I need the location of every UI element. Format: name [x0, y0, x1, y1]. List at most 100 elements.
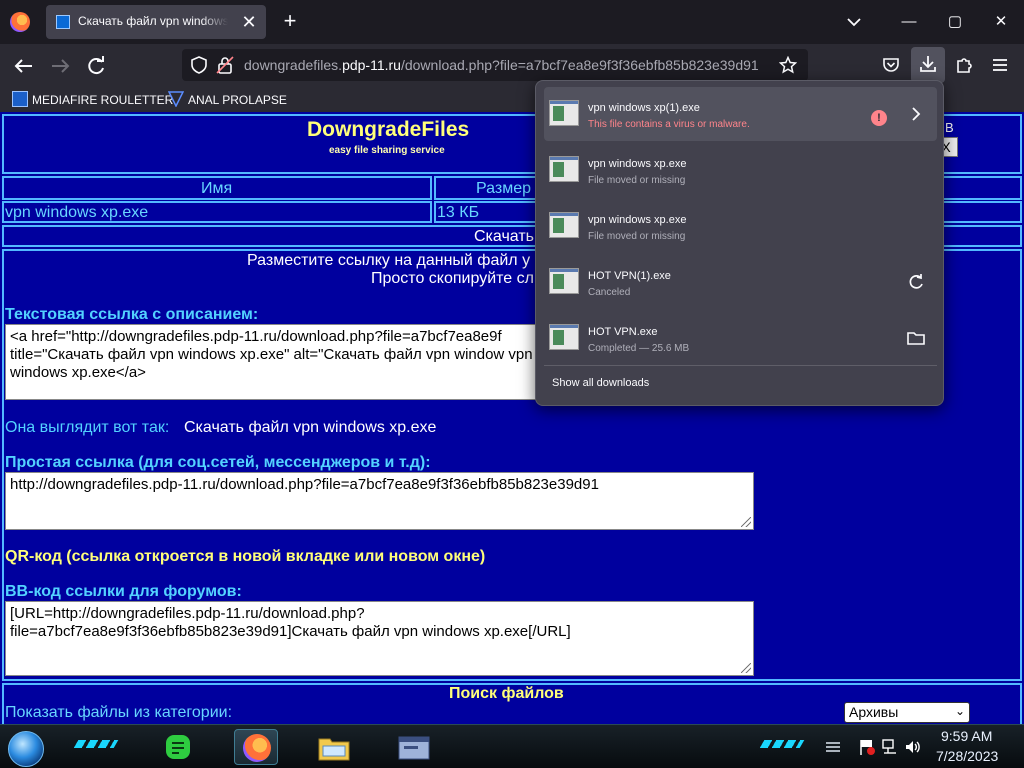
resize-grip-icon[interactable]: [741, 663, 751, 673]
retry-icon[interactable]: [906, 272, 926, 292]
download-file-name: HOT VPN(1).exe: [588, 270, 671, 282]
download-arrow-icon: [920, 56, 936, 72]
download-status: Completed — 25.6 MB: [588, 343, 690, 354]
download-status: This file contains a virus or malware.: [588, 119, 750, 130]
category-select[interactable]: Архивы ⌄: [844, 702, 970, 723]
show-hidden-icons-icon[interactable]: [824, 738, 842, 756]
taskbar-window-app[interactable]: [392, 729, 436, 765]
share-instruction-line2: Просто скопируйте сл: [371, 270, 534, 287]
download-item[interactable]: vpn windows xp.exe File moved or missing: [544, 143, 937, 197]
download-file-name: vpn windows xp(1).exe: [588, 102, 700, 114]
chevron-down-icon: ⌄: [954, 704, 965, 718]
search-files-title: Поиск файлов: [449, 685, 564, 702]
volume-icon[interactable]: [904, 738, 922, 756]
folder-icon[interactable]: [906, 328, 926, 348]
start-button[interactable]: [8, 731, 44, 767]
taskbar-decoration: [73, 740, 119, 748]
site-logo-title[interactable]: DowngradeFiles: [307, 118, 469, 142]
site-logo-subtitle: easy file sharing service: [329, 145, 445, 156]
tab-bar: Скачать файл vpn windows xp.exe ✕ + — ▢ …: [0, 0, 1024, 44]
preview-link[interactable]: Скачать файл vpn windows xp.exe: [184, 419, 436, 437]
bookmark-star-icon[interactable]: [779, 56, 797, 74]
header-fragment: В: [945, 120, 954, 135]
site-favicon-icon: [56, 15, 70, 29]
bookmark-second[interactable]: ANAL PROLAPSE: [168, 91, 287, 107]
close-window-button[interactable]: ✕: [978, 0, 1024, 44]
exe-file-icon: [549, 324, 579, 350]
extensions-puzzle-icon[interactable]: [955, 55, 975, 75]
text-link-textarea[interactable]: <a href="http://downgradefiles.pdp-11.ru…: [5, 324, 565, 400]
downloads-panel: vpn windows xp(1).exe This file contains…: [535, 80, 944, 406]
file-size-value: 13 КБ: [437, 204, 480, 221]
text-link-label: Текстовая ссылка с описанием:: [5, 306, 259, 323]
download-link[interactable]: Скачать: [474, 228, 534, 246]
tracking-shield-icon[interactable]: [190, 56, 208, 74]
list-all-tabs-icon[interactable]: [844, 12, 864, 32]
taskbar: 9:59 AM 7/28/2023: [0, 724, 1024, 768]
download-item[interactable]: vpn windows xp(1).exe This file contains…: [544, 87, 937, 141]
warning-icon: !: [871, 110, 887, 126]
bbcode-label: BB-код ссылки для форумов:: [5, 583, 242, 600]
simple-link-label: Простая ссылка (для соц.сетей, мессендже…: [5, 454, 431, 471]
taskbar-explorer-app[interactable]: [312, 729, 356, 765]
firefox-icon: [243, 734, 271, 762]
download-status: File moved or missing: [588, 175, 686, 186]
url-bar[interactable]: downgradefiles.pdp-11.ru/download.php?fi…: [182, 49, 808, 81]
download-file-name: vpn windows xp.exe: [588, 214, 687, 226]
exe-file-icon: [549, 212, 579, 238]
reload-icon[interactable]: [83, 53, 109, 79]
download-status: File moved or missing: [588, 231, 686, 242]
exe-file-icon: [549, 268, 579, 294]
panel-divider: [544, 365, 937, 366]
action-center-flag-icon[interactable]: [858, 738, 876, 756]
taskbar-firefox-app[interactable]: [234, 729, 278, 765]
resize-grip-icon[interactable]: [741, 517, 751, 527]
column-header-name: Имя: [201, 180, 233, 197]
back-arrow-icon[interactable]: [11, 53, 37, 79]
mediafire-icon: [12, 91, 28, 107]
chevron-right-icon[interactable]: [906, 104, 926, 124]
tab-active[interactable]: Скачать файл vpn windows xp.exe ✕: [46, 5, 266, 39]
download-item[interactable]: HOT VPN(1).exe Canceled: [544, 255, 937, 309]
bbcode-textarea[interactable]: [URL=http://downgradefiles.pdp-11.ru/dow…: [5, 601, 754, 676]
bbcode-value: [URL=http://downgradefiles.pdp-11.ru/dow…: [10, 605, 571, 640]
app-window-icon: [398, 736, 430, 760]
download-item[interactable]: vpn windows xp.exe File moved or missing: [544, 199, 937, 253]
simple-link-textarea[interactable]: http://downgradefiles.pdp-11.ru/download…: [5, 472, 754, 530]
show-all-downloads-button[interactable]: Show all downloads: [552, 377, 649, 389]
download-status: Canceled: [588, 287, 631, 298]
maximize-button[interactable]: ▢: [932, 0, 978, 44]
clock-time[interactable]: 9:59 AM: [941, 728, 992, 744]
column-header-size: Размер: [476, 180, 531, 197]
pocket-icon[interactable]: [882, 56, 900, 74]
category-label: Показать файлы из категории:: [5, 704, 233, 721]
clock-date[interactable]: 7/28/2023: [936, 748, 998, 764]
new-tab-button[interactable]: +: [278, 10, 302, 34]
download-item[interactable]: HOT VPN.exe Completed — 25.6 MB: [544, 311, 937, 365]
exe-file-icon: [549, 100, 579, 126]
downloads-button[interactable]: [911, 47, 945, 83]
screen: Скачать файл vpn windows xp.exe ✕ + — ▢ …: [0, 0, 1024, 768]
exe-file-icon: [549, 156, 579, 182]
bookmark-label: MEDIAFIRE ROULETTER: [32, 93, 174, 107]
forward-arrow-icon[interactable]: [47, 53, 73, 79]
url-text[interactable]: downgradefiles.pdp-11.ru/download.php?fi…: [244, 57, 759, 73]
url-host: pdp-11.ru: [342, 57, 401, 73]
notes-app-icon: [166, 735, 190, 759]
minimize-button[interactable]: —: [886, 0, 932, 44]
share-instruction-line1: Разместите ссылку на данный файл у: [247, 252, 531, 269]
qr-code-link[interactable]: QR-код (ссылка откроется в новой вкладке…: [5, 548, 485, 566]
tab-close-button[interactable]: ✕: [238, 11, 260, 33]
url-path: /download.php?file=a7bcf7ea8e9f3f36ebfb8…: [400, 57, 759, 73]
tab-title: Скачать файл vpn windows xp.exe: [78, 14, 228, 28]
hamburger-menu-icon[interactable]: [991, 56, 1009, 74]
firefox-menu-icon[interactable]: [10, 12, 30, 32]
bookmark-mediafire[interactable]: MEDIAFIRE ROULETTER: [12, 91, 173, 107]
download-file-name: vpn windows xp.exe: [588, 158, 687, 170]
taskbar-notes-app[interactable]: [156, 729, 200, 765]
network-icon[interactable]: [881, 738, 899, 756]
download-file-name: HOT VPN.exe: [588, 326, 658, 338]
url-prefix: downgradefiles.: [244, 57, 343, 73]
text-link-value: <a href="http://downgradefiles.pdp-11.ru…: [10, 328, 533, 381]
insecure-lock-icon[interactable]: [216, 56, 234, 74]
